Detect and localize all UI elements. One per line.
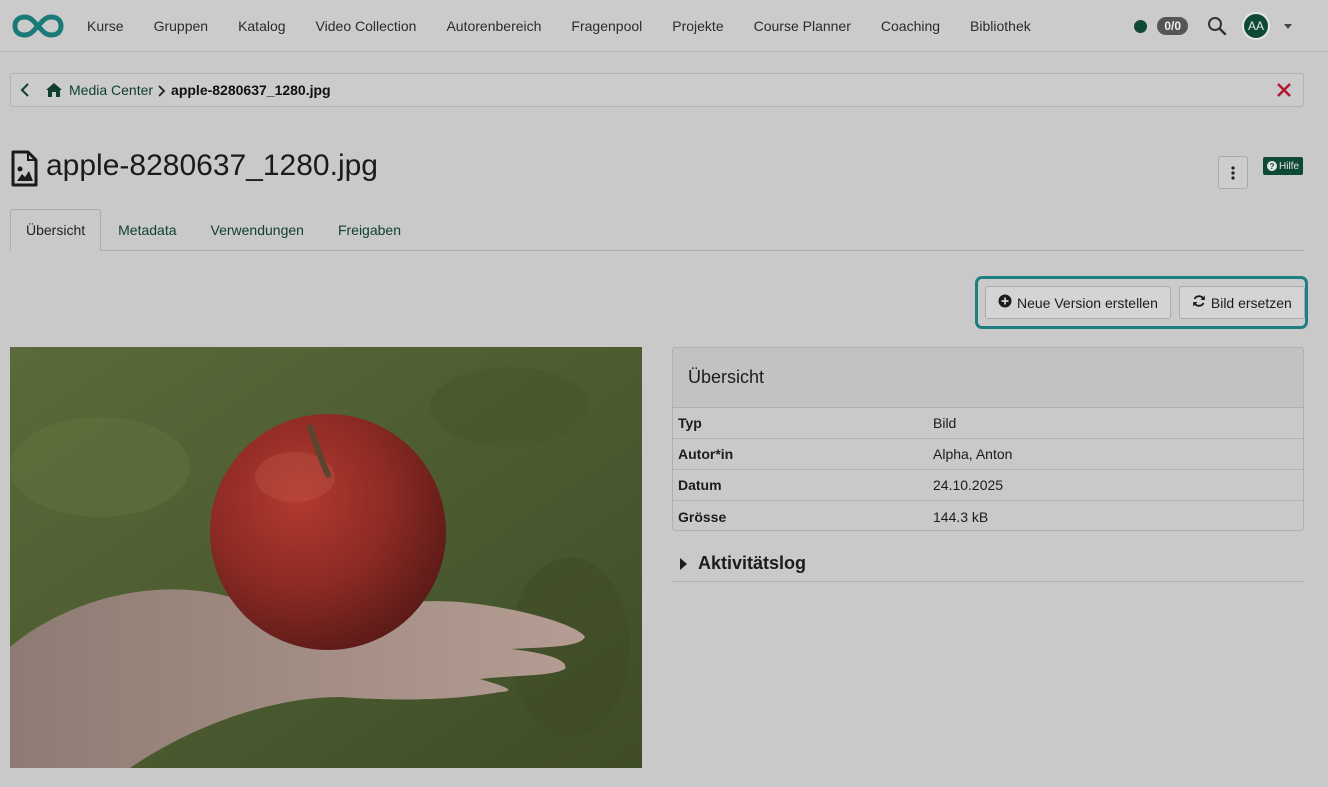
nav-item-fragenpool[interactable]: Fragenpool xyxy=(556,18,657,34)
overview-row: Datum 24.10.2025 xyxy=(673,470,1303,501)
help-button[interactable]: ? Hilfe xyxy=(1263,157,1304,175)
breadcrumb-current: apple-8280637_1280.jpg xyxy=(171,82,331,98)
new-version-label: Neue Version erstellen xyxy=(1017,294,1158,311)
overview-key: Datum xyxy=(678,477,722,493)
replace-image-label: Bild ersetzen xyxy=(1210,294,1292,311)
breadcrumb: Media Center apple-8280637_1280.jpg xyxy=(10,73,1304,107)
notification-count-badge[interactable]: 0/0 xyxy=(1157,17,1188,35)
nav-item-coaching[interactable]: Coaching xyxy=(866,18,955,34)
overview-value: Bild xyxy=(933,415,957,431)
online-status-icon[interactable] xyxy=(1134,19,1148,33)
replace-image-button[interactable]: Bild ersetzen xyxy=(1178,286,1305,319)
tab-freigaben[interactable]: Freigaben xyxy=(321,209,418,251)
tab-metadata[interactable]: Metadata xyxy=(101,209,193,251)
nav-item-katalog[interactable]: Katalog xyxy=(223,18,300,34)
page-title: apple-8280637_1280.jpg xyxy=(46,149,378,182)
top-navbar: Kurse Gruppen Katalog Video Collection A… xyxy=(0,0,1328,52)
refresh-icon xyxy=(1192,294,1206,311)
nav-item-projekte[interactable]: Projekte xyxy=(657,18,738,34)
action-button-group: Neue Version erstellen Bild ersetzen xyxy=(975,276,1308,329)
overview-row: Grösse 144.3 kB xyxy=(673,501,1303,530)
image-file-icon xyxy=(10,150,38,188)
overview-value: 144.3 kB xyxy=(933,508,989,525)
help-icon: ? xyxy=(1267,161,1277,171)
nav-item-bibliothek[interactable]: Bibliothek xyxy=(955,18,1046,34)
nav-item-gruppen[interactable]: Gruppen xyxy=(139,18,223,34)
nav-item-video-collection[interactable]: Video Collection xyxy=(301,18,432,34)
help-label: Hilfe xyxy=(1279,160,1300,172)
more-actions-button[interactable] xyxy=(1218,156,1248,189)
close-icon[interactable] xyxy=(1275,81,1293,99)
plus-circle-icon xyxy=(998,294,1012,311)
overview-row: Typ Bild xyxy=(673,408,1303,439)
overview-heading: Übersicht xyxy=(673,348,1303,408)
chevron-right-icon xyxy=(158,84,166,97)
overview-value: Alpha, Anton xyxy=(933,446,1013,462)
caret-right-icon xyxy=(680,557,687,570)
image-preview xyxy=(10,347,642,768)
nav-item-course-planner[interactable]: Course Planner xyxy=(739,18,866,34)
nav-right-tools: 0/0 AA xyxy=(1134,0,1292,52)
overview-row: Autor*in Alpha, Anton xyxy=(673,439,1303,470)
home-icon[interactable] xyxy=(45,82,63,98)
nav-item-kurse[interactable]: Kurse xyxy=(72,18,139,34)
back-arrow-icon[interactable] xyxy=(11,73,39,107)
overview-key: Grösse xyxy=(678,508,727,525)
chevron-down-icon[interactable] xyxy=(1284,23,1292,29)
activity-log-toggle[interactable]: Aktivitätslog xyxy=(672,546,1304,582)
tab-bar: Übersicht Metadata Verwendungen Freigabe… xyxy=(10,209,1304,251)
activity-log-label: Aktivitätslog xyxy=(698,553,807,573)
tab-verwendungen[interactable]: Verwendungen xyxy=(194,209,321,251)
logo-icon[interactable] xyxy=(12,11,64,41)
overview-key: Autor*in xyxy=(678,446,734,462)
avatar[interactable]: AA xyxy=(1242,12,1270,40)
overview-key: Typ xyxy=(678,415,702,431)
nav-item-autorenbereich[interactable]: Autorenbereich xyxy=(431,18,556,34)
new-version-button[interactable]: Neue Version erstellen xyxy=(985,286,1171,319)
overview-panel: Übersicht Typ Bild Autor*in Alpha, Anton… xyxy=(672,347,1304,531)
overview-value: 24.10.2025 xyxy=(933,477,1004,493)
breadcrumb-link-media-center[interactable]: Media Center xyxy=(69,82,153,98)
tab-uebersicht[interactable]: Übersicht xyxy=(10,209,102,251)
search-icon[interactable] xyxy=(1206,15,1228,37)
